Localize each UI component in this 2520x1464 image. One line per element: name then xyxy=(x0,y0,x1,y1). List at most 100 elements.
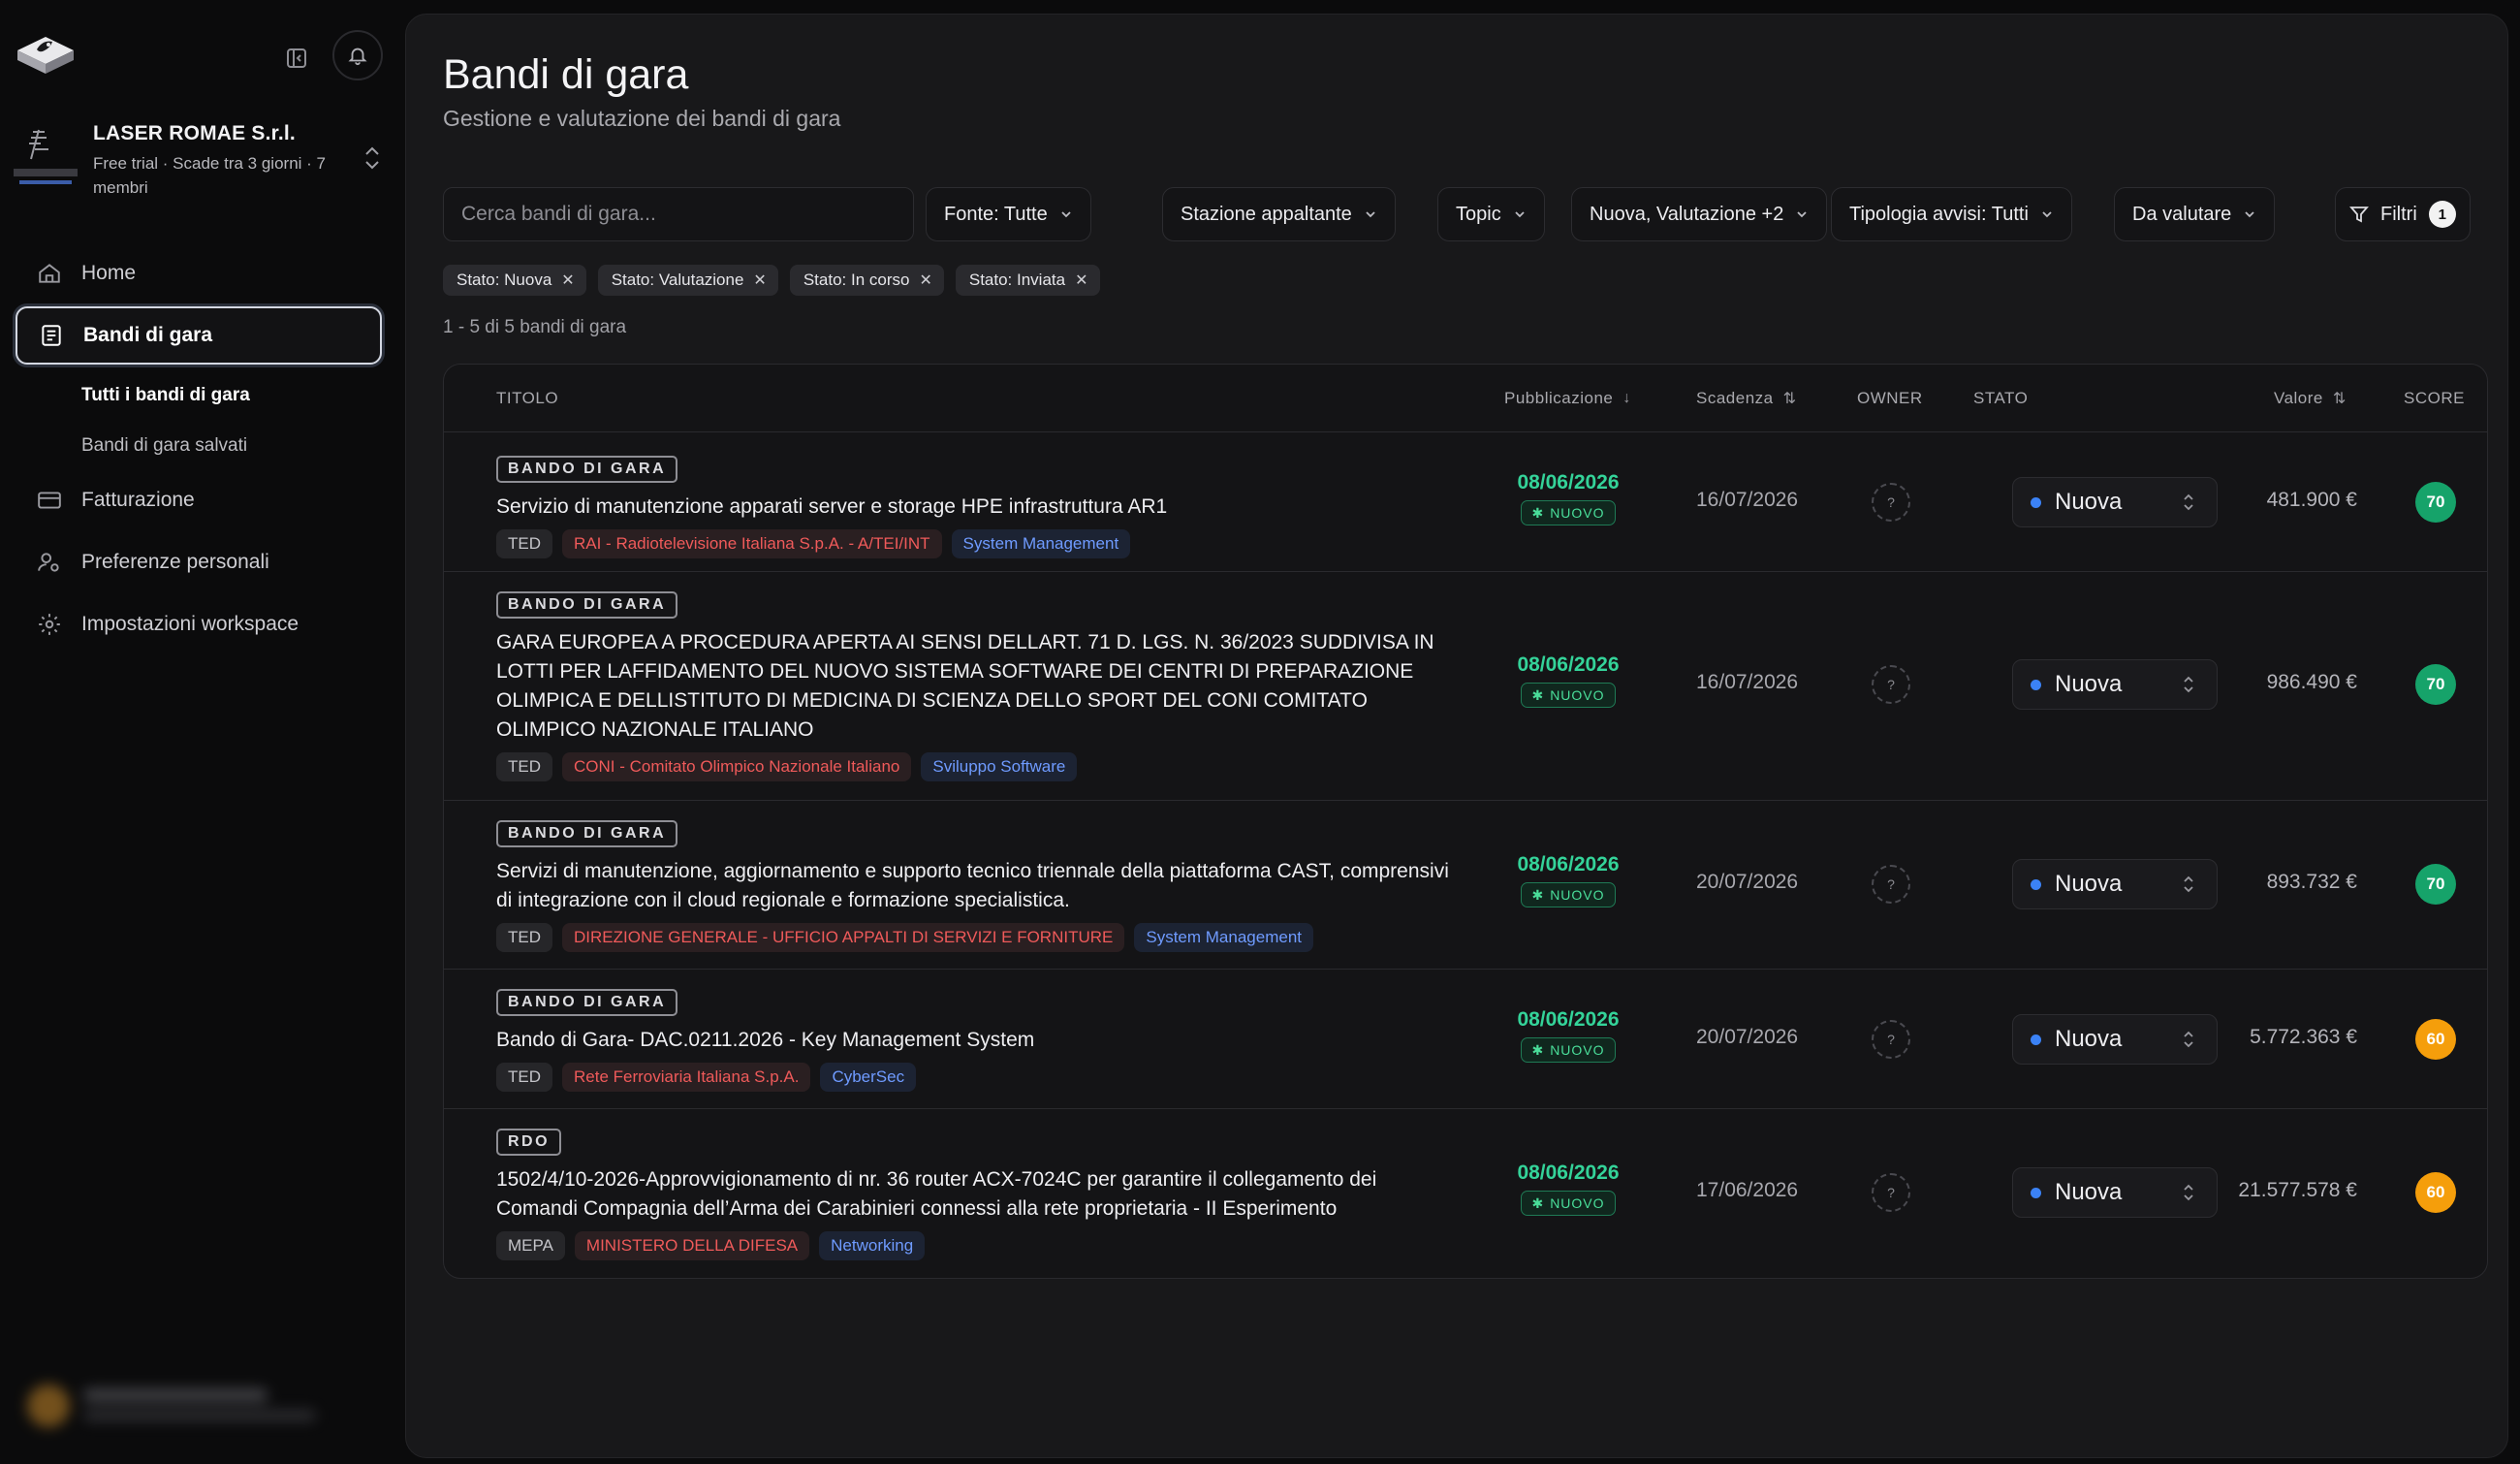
workspace-switcher[interactable]: LASER ROMAE S.r.l. Free trial · Scade tr… xyxy=(12,118,390,202)
chevron-down-icon xyxy=(1797,211,1807,218)
tender-value: 481.900 € xyxy=(2266,489,2357,511)
tag-list: TED CONI - Comitato Olimpico Nazionale I… xyxy=(496,752,1456,781)
column-header-scadenza[interactable]: Scadenza ⇅ xyxy=(1696,365,1797,432)
chip-label: Stato: Inviata xyxy=(968,271,1066,289)
status-select[interactable]: Nuova xyxy=(2012,1167,2218,1218)
chevron-up-down-icon xyxy=(2184,875,2193,893)
owner-placeholder-avatar[interactable]: ? xyxy=(1872,865,1910,904)
table-row[interactable]: BANDO DI GARA Bando di Gara- DAC.0211.20… xyxy=(444,970,2487,1109)
column-header-pubblicazione[interactable]: Pubblicazione ↓ xyxy=(1504,365,1631,432)
sidebar-subitem-salvati[interactable]: Bandi di gara salvati xyxy=(16,421,382,471)
filtri-button[interactable]: Filtri 1 xyxy=(2335,187,2471,241)
chevron-down-icon xyxy=(1515,211,1525,218)
tender-title[interactable]: Bando di Gara- DAC.0211.2026 - Key Manag… xyxy=(496,1026,1456,1055)
close-icon[interactable]: ✕ xyxy=(1075,271,1087,290)
status-select[interactable]: Nuova xyxy=(2012,1014,2218,1065)
filter-chip: Stato: In corso ✕ xyxy=(789,265,944,296)
source-tag: TED xyxy=(496,752,552,781)
status-label: Nuova xyxy=(2055,671,2123,697)
close-icon[interactable]: ✕ xyxy=(919,271,931,290)
publication-date: 08/06/2026 xyxy=(1517,1162,1620,1184)
tag-list: TED RAI - Radiotelevisione Italiana S.p.… xyxy=(496,529,1456,558)
publication-cell: 08/06/2026 ✱ NUOVO xyxy=(1500,471,1636,525)
tender-title[interactable]: GARA EUROPEA A PROCEDURA APERTA AI SENSI… xyxy=(496,628,1456,745)
sidebar-subitem-tutti[interactable]: Tutti i bandi di gara xyxy=(16,370,382,421)
owner-placeholder-avatar[interactable]: ? xyxy=(1872,1020,1910,1059)
sidebar-item-fatturazione[interactable]: Fatturazione xyxy=(16,471,382,529)
filter-stato-button[interactable]: Nuova, Valutazione +2 xyxy=(1571,187,1828,241)
search-input[interactable] xyxy=(461,203,913,226)
notifications-bell-icon[interactable] xyxy=(332,30,383,80)
home-icon xyxy=(35,259,64,288)
publication-date: 08/06/2026 xyxy=(1517,653,1620,676)
filter-label: Fonte: Tutte xyxy=(944,203,1048,225)
tender-value: 5.772.363 € xyxy=(2250,1026,2357,1048)
score-badge: 60 xyxy=(2415,1172,2456,1213)
sidebar-item-label: Bandi di gara xyxy=(83,324,213,346)
sidebar-item-home[interactable]: Home xyxy=(16,244,382,302)
chevron-down-icon xyxy=(2042,211,2052,218)
filter-label: Da valutare xyxy=(2132,203,2232,225)
credit-card-icon xyxy=(35,486,64,515)
table-row[interactable]: BANDO DI GARA Servizi di manutenzione, a… xyxy=(444,801,2487,970)
app-logo[interactable] xyxy=(12,21,79,83)
filter-stazione-button[interactable]: Stazione appaltante xyxy=(1162,187,1396,241)
column-header-score: SCORE xyxy=(2404,389,2465,407)
workspace-name: LASER ROMAE S.r.l. xyxy=(93,122,296,144)
table-row[interactable]: BANDO DI GARA Servizio di manutenzione a… xyxy=(444,432,2487,572)
status-label: Nuova xyxy=(2055,489,2123,515)
page-subtitle: Gestione e valutazione dei bandi di gara xyxy=(443,106,841,131)
tender-title[interactable]: 1502/4/10-2026-Approvvigionamento di nr.… xyxy=(496,1165,1456,1224)
status-dot xyxy=(2031,1034,2041,1045)
owner-placeholder-avatar[interactable]: ? xyxy=(1872,483,1910,522)
tender-title[interactable]: Servizio di manutenzione apparati server… xyxy=(496,493,1456,522)
filter-chip: Stato: Inviata ✕ xyxy=(955,265,1100,296)
badge-label: NUOVO xyxy=(1550,687,1605,703)
user-profile-blurred[interactable] xyxy=(14,1375,333,1437)
workspace-plan-status: Free trial · Scade tra 3 giorni · 7 memb… xyxy=(93,154,326,197)
sidebar-item-bandi[interactable]: Bandi di gara xyxy=(16,306,382,365)
close-icon[interactable]: ✕ xyxy=(753,271,766,290)
owner-placeholder-avatar[interactable]: ? xyxy=(1872,1173,1910,1212)
collapse-sidebar-icon[interactable] xyxy=(281,43,312,74)
chevron-down-icon xyxy=(1366,211,1375,218)
entity-tag: MINISTERO DELLA DIFESA xyxy=(574,1231,810,1260)
column-header-valore[interactable]: Valore ⇅ xyxy=(2274,365,2347,432)
publication-cell: 08/06/2026 ✱ NUOVO xyxy=(1500,853,1636,907)
sidebar-item-impostazioni[interactable]: Impostazioni workspace xyxy=(16,595,382,653)
document-list-icon xyxy=(37,321,66,350)
chip-label: Stato: Valutazione xyxy=(611,271,744,289)
filter-tipologia-button[interactable]: Tipologia avvisi: Tutti xyxy=(1831,187,2072,241)
status-dot xyxy=(2031,1187,2041,1198)
owner-placeholder-avatar[interactable]: ? xyxy=(1872,665,1910,704)
search-box[interactable] xyxy=(443,187,914,241)
tender-title[interactable]: Servizi di manutenzione, aggiornamento e… xyxy=(496,857,1456,915)
row-title-cell: BANDO DI GARA Bando di Gara- DAC.0211.20… xyxy=(496,989,1456,1092)
badge-label: NUOVO xyxy=(1550,505,1605,521)
sparkle-icon: ✱ xyxy=(1531,504,1545,521)
score-badge: 70 xyxy=(2415,864,2456,905)
chevron-up-down-icon xyxy=(2184,1184,2193,1201)
workspace-logo xyxy=(12,124,79,192)
entity-tag: CONI - Comitato Olimpico Nazionale Itali… xyxy=(562,752,912,781)
score-badge: 70 xyxy=(2415,664,2456,705)
status-select[interactable]: Nuova xyxy=(2012,859,2218,909)
sidebar-item-preferenze[interactable]: Preferenze personali xyxy=(16,533,382,591)
filter-valutare-button[interactable]: Da valutare xyxy=(2114,187,2276,241)
topic-tag: CyberSec xyxy=(820,1063,917,1092)
table-row[interactable]: RDO 1502/4/10-2026-Approvvigionamento di… xyxy=(444,1109,2487,1278)
avatar xyxy=(27,1384,70,1427)
status-select[interactable]: Nuova xyxy=(2012,477,2218,527)
badge-label: NUOVO xyxy=(1550,887,1605,903)
row-title-cell: RDO 1502/4/10-2026-Approvvigionamento di… xyxy=(496,1129,1456,1260)
deadline-date: 16/07/2026 xyxy=(1696,489,1799,511)
filter-topic-button[interactable]: Topic xyxy=(1437,187,1545,241)
table-header: TITOLO Pubblicazione ↓ Scadenza ⇅ OWNER ST… xyxy=(444,365,2487,432)
notice-type-badge: BANDO DI GARA xyxy=(496,820,678,847)
close-icon[interactable]: ✕ xyxy=(561,271,574,290)
filter-fonte-button[interactable]: Fonte: Tutte xyxy=(926,187,1091,241)
deadline-date: 16/07/2026 xyxy=(1696,671,1799,693)
table-row[interactable]: BANDO DI GARA GARA EUROPEA A PROCEDURA A… xyxy=(444,572,2487,801)
filter-chip: Stato: Valutazione ✕ xyxy=(597,265,778,296)
status-select[interactable]: Nuova xyxy=(2012,659,2218,710)
